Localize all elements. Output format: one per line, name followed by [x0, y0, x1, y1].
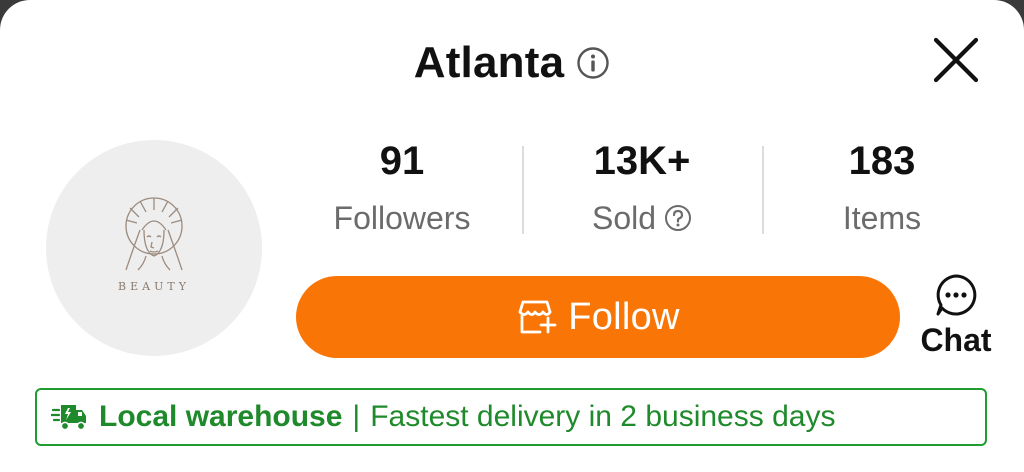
close-icon[interactable] [930, 34, 982, 86]
followers-label-row: Followers [282, 198, 522, 238]
followers-label: Followers [333, 199, 471, 236]
sold-label-row: Sold [522, 198, 762, 238]
woman-face-logo-icon [125, 197, 183, 271]
chat-button[interactable]: Chat [912, 272, 1000, 364]
shop-info-sheet: Atlanta BEAUTY 91 Followers 13K+ Sold 18… [0, 0, 1024, 472]
items-count: 183 [848, 139, 916, 183]
stats-divider [762, 146, 764, 234]
question-circle-icon[interactable] [664, 204, 692, 232]
followers-count: 91 [379, 139, 425, 183]
stat-items[interactable]: 183 Items [762, 132, 1002, 242]
info-circle-icon[interactable] [576, 46, 610, 80]
sold-label: Sold [591, 199, 657, 236]
store-plus-icon [518, 300, 557, 334]
local-warehouse-banner[interactable]: Local warehouse | Fastest delivery in 2 … [35, 388, 987, 446]
items-label-row: Items [762, 198, 1002, 238]
stats-divider [522, 146, 524, 234]
logo-text: BEAUTY [118, 280, 190, 293]
shop-stats: 91 Followers 13K+ Sold 183 Items [282, 132, 1002, 242]
follow-label: Follow [568, 295, 680, 338]
local-warehouse-label: Local warehouse [99, 400, 343, 433]
chat-bubble-icon [936, 274, 977, 316]
chat-label: Chat [920, 322, 992, 358]
follow-button[interactable]: Follow [296, 276, 900, 358]
store-name: Atlanta [413, 38, 565, 87]
stat-followers[interactable]: 91 Followers [282, 132, 522, 242]
stat-sold: 13K+ Sold [522, 132, 762, 242]
shop-avatar[interactable]: BEAUTY [46, 140, 262, 356]
items-label: Items [842, 199, 922, 236]
fast-truck-icon [51, 405, 86, 431]
delivery-info-text: Fastest delivery in 2 business days [370, 400, 836, 433]
header: Atlanta [0, 36, 1024, 90]
sold-count: 13K+ [593, 139, 691, 183]
banner-separator: | [352, 400, 361, 433]
